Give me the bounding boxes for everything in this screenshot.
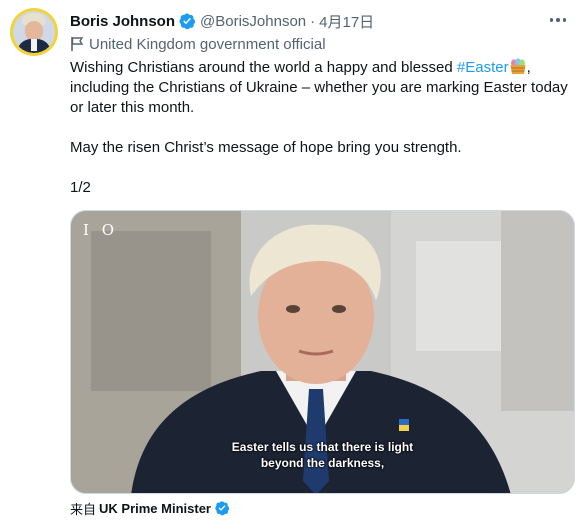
source-account-name[interactable]: UK Prime Minister (99, 501, 211, 516)
source-from-label: 来自 (70, 501, 97, 517)
tweet-line-1: Wishing Christians around the world a ha… (70, 58, 570, 78)
hashtag-easter[interactable]: #Easter (457, 59, 509, 76)
easter-basket-emoji (510, 58, 526, 74)
verified-badge-icon (215, 501, 230, 516)
video-player[interactable]: I O Easter tells us that there is light … (70, 210, 575, 494)
government-label-text: United Kingdom government official (89, 35, 326, 53)
tweet-header: Boris Johnson @BorisJohnson · 4月17日 (70, 10, 546, 32)
tweet-line-5: 1/2 (70, 179, 91, 196)
tweet-line-4: May the risen Christ’s message of hope b… (70, 139, 462, 156)
tweet-text-part: Wishing Christians around the world a ha… (70, 59, 457, 76)
media-source: 来自 UK Prime Minister (70, 498, 230, 518)
author-handle[interactable]: @BorisJohnson (200, 13, 306, 30)
caption-line-2: beyond the darkness, (260, 456, 385, 470)
tweet-date[interactable]: 4月17日 (319, 11, 374, 32)
tweet-line-3: or later this month. (70, 99, 195, 116)
video-caption: Easter tells us that there is light beyo… (71, 439, 574, 471)
author-name[interactable]: Boris Johnson (70, 13, 175, 30)
avatar[interactable] (10, 8, 58, 56)
verified-badge-icon (179, 13, 196, 30)
tweet-text: Wishing Christians around the world a ha… (70, 58, 570, 198)
government-label[interactable]: United Kingdom government official (70, 34, 326, 54)
separator-dot: · (310, 12, 316, 30)
video-logo: I O (83, 221, 118, 239)
caption-line-1: Easter tells us that there is light (231, 440, 414, 454)
tweet-line-2: including the Christians of Ukraine – wh… (70, 79, 568, 96)
more-options-icon[interactable] (548, 10, 568, 30)
government-flag-icon (71, 37, 84, 51)
avatar-photo (13, 11, 55, 53)
tweet-text-part: , (526, 59, 531, 76)
tweet[interactable]: Boris Johnson @BorisJohnson · 4月17日 Unit… (0, 0, 586, 528)
